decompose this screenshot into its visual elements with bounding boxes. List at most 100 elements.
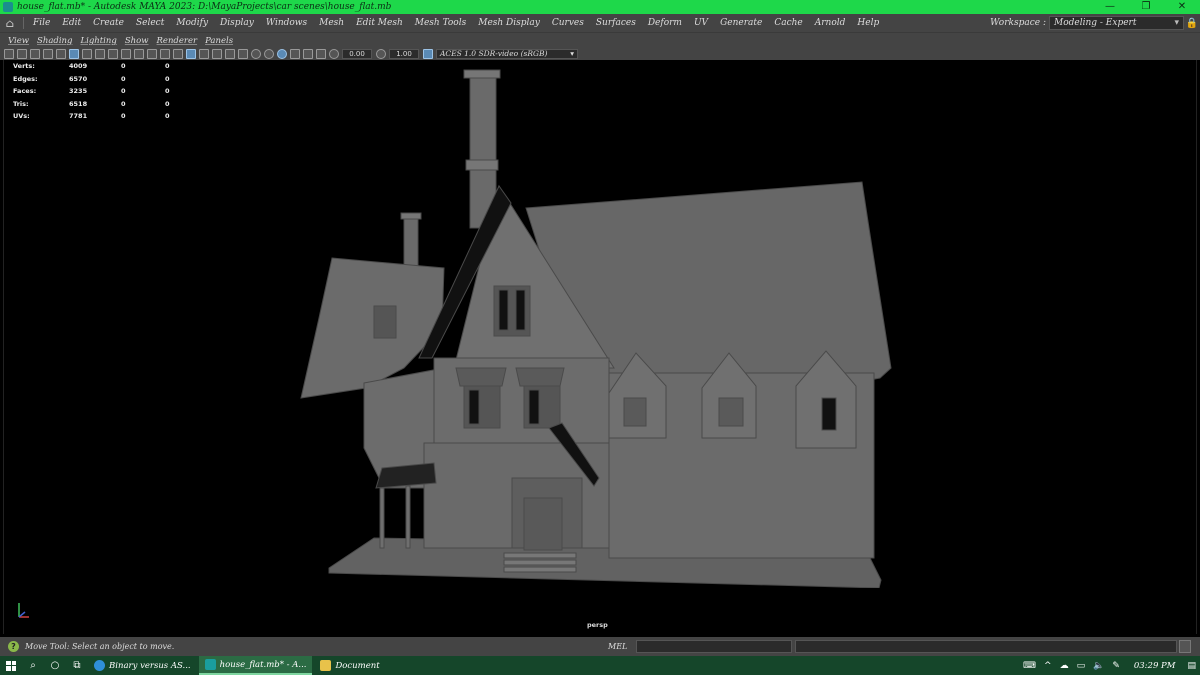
menu-select[interactable]: Select — [130, 18, 170, 28]
menu-display[interactable]: Display — [214, 18, 260, 28]
step — [503, 559, 577, 566]
command-input[interactable] — [636, 640, 792, 653]
menu-arnold[interactable]: Arnold — [809, 18, 852, 28]
xray-icon[interactable] — [303, 49, 313, 59]
window-pane — [515, 289, 526, 331]
ambient-occlusion-icon[interactable] — [251, 49, 261, 59]
use-all-lights-icon[interactable] — [225, 49, 235, 59]
smooth-shade-icon[interactable] — [186, 49, 196, 59]
gamma-field[interactable]: 1.00 — [389, 49, 419, 59]
multisample-aa-icon[interactable] — [277, 49, 287, 59]
main-chimney-cap — [463, 69, 501, 79]
search-icon[interactable]: ⌕ — [22, 660, 44, 671]
hud-value: 0 — [165, 112, 170, 121]
menu-mesh-tools[interactable]: Mesh Tools — [409, 18, 472, 28]
menu-mesh[interactable]: Mesh — [313, 18, 350, 28]
viewport-panel-bar: View Shading Lighting Show Renderer Pane… — [0, 32, 1200, 60]
menu-surfaces[interactable]: Surfaces — [590, 18, 642, 28]
menu-file[interactable]: File — [27, 18, 56, 28]
help-line-message: Move Tool: Select an object to move. — [25, 642, 175, 651]
field-chart-icon[interactable] — [134, 49, 144, 59]
wireframe-on-shaded-icon[interactable] — [199, 49, 209, 59]
window-pane — [468, 389, 480, 425]
image-plane-icon[interactable] — [43, 49, 53, 59]
workspace-dropdown[interactable]: Modeling - Expert — [1049, 16, 1184, 30]
minimize-button[interactable]: — — [1092, 0, 1128, 14]
move-icon[interactable] — [56, 49, 66, 59]
view-transform-dropdown[interactable]: ACES 1.0 SDR-video (sRGB) — [436, 49, 578, 59]
menu-modify[interactable]: Modify — [170, 18, 214, 28]
panel-menu-panels[interactable]: Panels — [201, 36, 237, 46]
volume-icon[interactable]: 🔈 — [1093, 661, 1104, 671]
taskbar-app-document[interactable]: Document — [314, 656, 385, 675]
poly-count-hud: Verts: 4009 0 0 Edges: 6570 0 0 Faces: 3… — [13, 60, 185, 123]
restore-button[interactable]: ❐ — [1128, 0, 1164, 14]
panel-menu-show[interactable]: Show — [121, 36, 153, 46]
bookmark-icon[interactable] — [30, 49, 40, 59]
camera-attributes-icon[interactable] — [17, 49, 27, 59]
pen-icon[interactable]: ✎ — [1112, 661, 1120, 671]
viewport-persp[interactable]: Verts: 4009 0 0 Edges: 6570 0 0 Faces: 3… — [3, 60, 1197, 634]
menu-uv[interactable]: UV — [688, 18, 714, 28]
menu-deform[interactable]: Deform — [642, 18, 688, 28]
menu-cache[interactable]: Cache — [768, 18, 808, 28]
menu-windows[interactable]: Windows — [260, 18, 313, 28]
grid-icon[interactable] — [82, 49, 92, 59]
gate-mask-icon[interactable] — [121, 49, 131, 59]
panel-menu-renderer[interactable]: Renderer — [153, 36, 202, 46]
menu-help[interactable]: Help — [851, 18, 885, 28]
menu-edit[interactable]: Edit — [56, 18, 87, 28]
menu-generate[interactable]: Generate — [714, 18, 768, 28]
safe-action-icon[interactable] — [147, 49, 157, 59]
exposure-icon[interactable] — [329, 49, 339, 59]
hud-row-uvs: UVs: 7781 0 0 — [13, 110, 185, 123]
onedrive-icon[interactable]: ☁ — [1060, 661, 1069, 671]
porch-post — [405, 485, 411, 549]
dormer-window — [623, 397, 647, 427]
taskbar-clock[interactable]: 03:29 PM — [1134, 661, 1176, 671]
menu-create[interactable]: Create — [87, 18, 130, 28]
script-editor-button[interactable] — [1179, 640, 1191, 653]
start-button[interactable] — [0, 660, 22, 671]
gamma-icon[interactable] — [376, 49, 386, 59]
house-model[interactable] — [294, 68, 894, 588]
exposure-field[interactable]: 0.00 — [342, 49, 372, 59]
motion-blur-icon[interactable] — [264, 49, 274, 59]
grease-pencil-icon[interactable] — [69, 49, 79, 59]
panel-menu-lighting[interactable]: Lighting — [76, 36, 120, 46]
network-icon[interactable]: ▭ — [1077, 661, 1086, 671]
panel-menu-shading[interactable]: Shading — [33, 36, 76, 46]
menu-mesh-display[interactable]: Mesh Display — [472, 18, 546, 28]
color-management-icon[interactable] — [423, 49, 433, 59]
safe-title-icon[interactable] — [160, 49, 170, 59]
hud-value: 0 — [121, 112, 126, 121]
hud-value: 3235 — [69, 87, 88, 96]
document-icon — [320, 660, 332, 671]
film-gate-icon[interactable] — [95, 49, 105, 59]
wireframe-icon[interactable] — [173, 49, 183, 59]
chevron-up-icon[interactable]: ^ — [1044, 661, 1052, 671]
hud-row-tris: Tris: 6518 0 0 — [13, 98, 185, 111]
cortana-icon[interactable]: ○ — [44, 660, 66, 671]
taskbar-app-edge[interactable]: Binary versus AS... — [88, 656, 197, 675]
menu-edit-mesh[interactable]: Edit Mesh — [350, 18, 409, 28]
home-icon[interactable]: ⌂ — [0, 17, 20, 30]
keyboard-icon[interactable]: ⌨ — [1023, 661, 1036, 671]
task-view-icon[interactable]: ⧉ — [66, 660, 88, 671]
isolate-select-icon[interactable] — [290, 49, 300, 59]
panel-menu-view[interactable]: View — [4, 36, 33, 46]
textured-icon[interactable] — [212, 49, 222, 59]
taskbar-app-maya[interactable]: house_flat.mb* - A... — [198, 656, 313, 675]
resolution-gate-icon[interactable] — [108, 49, 118, 59]
notification-icon[interactable]: ▤ — [1187, 661, 1196, 671]
xray-joints-icon[interactable] — [316, 49, 326, 59]
close-button[interactable]: ✕ — [1164, 0, 1200, 14]
help-icon[interactable]: ? — [8, 641, 19, 652]
select-camera-icon[interactable] — [4, 49, 14, 59]
command-language-toggle[interactable]: MEL — [608, 642, 636, 651]
window-awning-right — [515, 367, 565, 387]
menu-curves[interactable]: Curves — [546, 18, 590, 28]
shadows-icon[interactable] — [238, 49, 248, 59]
camera-name-label: persp — [587, 621, 608, 629]
lock-icon[interactable]: 🔒 — [1184, 18, 1200, 29]
